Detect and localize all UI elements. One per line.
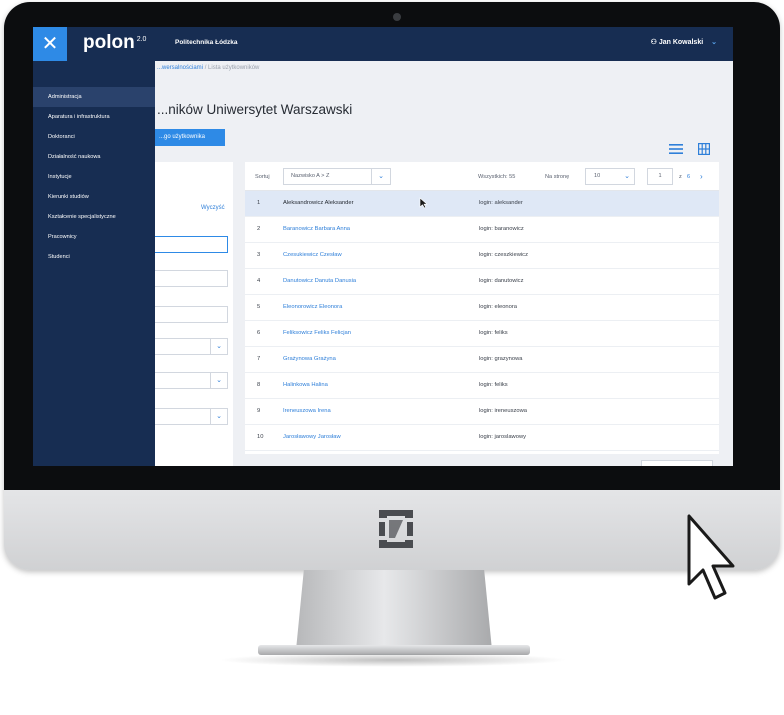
filter-select-1[interactable]: ⌄ xyxy=(155,338,228,355)
sidebar: Administracja Aparatura i infrastruktura… xyxy=(33,61,155,466)
row-name[interactable]: Feliksowicz Feliks Felicjan xyxy=(283,321,351,346)
pointer-cursor-icon xyxy=(419,197,428,209)
sort-select[interactable]: Nazwisko A > Z ⌄ xyxy=(283,168,391,185)
row-number: 9 xyxy=(257,408,261,414)
table-row[interactable]: 4 Danutowicz Danuta Danusia login: danut… xyxy=(245,269,719,295)
table-row[interactable]: 6 Feliksowicz Feliks Felicjan login: fel… xyxy=(245,321,719,347)
add-user-button[interactable]: ...go użytkownika xyxy=(155,129,225,146)
filter-input-1[interactable] xyxy=(155,236,228,253)
table-row[interactable]: 3 Czesukiewicz Czesław login: czeszkiewi… xyxy=(245,243,719,269)
list-view-icon[interactable] xyxy=(669,144,683,154)
row-login: login: feliks xyxy=(479,382,508,388)
sidebar-item-studenci[interactable]: Studenci xyxy=(33,247,155,267)
close-icon[interactable]: ✕ xyxy=(33,27,67,61)
sidebar-item-administracja[interactable]: Administracja xyxy=(33,87,155,107)
sort-label: Sortuj xyxy=(255,174,270,180)
table-row[interactable]: 5 Eleonorowicz Eleonora login: eleonora xyxy=(245,295,719,321)
page-number-input[interactable]: 1 xyxy=(647,168,673,185)
sidebar-item-pracownicy[interactable]: Pracownicy xyxy=(33,227,155,247)
filter-input-3[interactable] xyxy=(155,306,228,323)
university-name: Politechnika Łódzka xyxy=(175,39,238,46)
user-menu[interactable]: ⚇ Jan Kowalski ⌄ xyxy=(651,38,717,46)
total-count: Wszystkich: 55 xyxy=(478,174,516,180)
monitor-stand xyxy=(296,570,492,650)
row-number: 8 xyxy=(257,382,261,388)
sidebar-item-dzialalnosc[interactable]: Działalność naukowa xyxy=(33,147,155,167)
bottom-action-button[interactable] xyxy=(641,460,713,466)
row-login: login: aleksander xyxy=(479,200,523,206)
breadcrumb: ...wersalnościami / Lista użytkowników xyxy=(157,65,259,71)
row-login: login: ireneuszowa xyxy=(479,408,528,414)
page-total[interactable]: 6 xyxy=(687,174,690,180)
row-number: 7 xyxy=(257,356,261,362)
screen: ✕ polon 2.0 Politechnika Łódzka ⚇ Jan Kow… xyxy=(33,27,733,466)
filter-select-2[interactable]: ⌄ xyxy=(155,372,228,389)
per-page-select[interactable]: 10 ⌄ xyxy=(585,168,635,185)
row-login: login: jaroslawowy xyxy=(479,434,527,440)
table-row[interactable]: 8 Halinkowa Halina login: feliks xyxy=(245,373,719,399)
table-row[interactable]: 10 Jarosławowy Jarosław login: jaroslawo… xyxy=(245,425,719,451)
breadcrumb-current: Lista użytkowników xyxy=(208,65,260,71)
row-name[interactable]: Grażynowa Grażyna xyxy=(283,347,336,372)
row-name[interactable]: Halinkowa Halina xyxy=(283,373,328,398)
chevron-down-icon: ⌄ xyxy=(711,39,717,46)
table-row[interactable]: 1 Aleksandrowicz Aleksander login: aleks… xyxy=(245,191,719,217)
row-name[interactable]: Baranowicz Barbara Anna xyxy=(283,217,350,242)
row-login: login: eleonora xyxy=(479,304,518,310)
camera-dot xyxy=(393,13,401,21)
user-name: Jan Kowalski xyxy=(658,39,704,46)
chevron-down-icon: ⌄ xyxy=(210,339,227,354)
filter-input-2[interactable] xyxy=(155,270,228,287)
row-name[interactable]: Czesukiewicz Czesław xyxy=(283,243,342,268)
row-number: 6 xyxy=(257,330,261,336)
row-number: 10 xyxy=(257,434,264,440)
sidebar-item-ksztalcenie[interactable]: Kształcenie specjalistyczne xyxy=(33,207,155,227)
breadcrumb-parent[interactable]: ...wersalnościami xyxy=(157,65,203,71)
row-number: 5 xyxy=(257,304,261,310)
brand-logo-icon xyxy=(379,510,413,548)
row-name[interactable]: Ireneuszowa Irena xyxy=(283,399,331,424)
row-login: login: feliks xyxy=(479,330,508,336)
sort-value: Nazwisko A > Z xyxy=(291,173,330,179)
row-number: 1 xyxy=(257,200,261,206)
row-login: login: grazynowa xyxy=(479,356,523,362)
clear-filters-link[interactable]: Wyczyść xyxy=(201,205,225,211)
row-login: login: czeszkiewicz xyxy=(479,252,528,258)
sidebar-item-instytucje[interactable]: Instytucje xyxy=(33,167,155,187)
mouse-pointer-icon xyxy=(687,514,735,600)
table-row[interactable]: 2 Baranowicz Barbara Anna login: baranow… xyxy=(245,217,719,243)
sidebar-item-doktoranci[interactable]: Doktoranci xyxy=(33,127,155,147)
grid-view-icon[interactable] xyxy=(698,143,710,155)
stand-shadow xyxy=(218,653,568,667)
chevron-down-icon: ⌄ xyxy=(210,373,227,388)
app-brand[interactable]: polon 2.0 xyxy=(83,32,146,54)
chevron-down-icon: ⌄ xyxy=(210,409,227,424)
user-icon: ⚇ xyxy=(650,39,657,46)
per-page-label: Na stronę xyxy=(545,174,570,180)
table-row[interactable]: 9 Ireneuszowa Irena login: ireneuszowa xyxy=(245,399,719,425)
chevron-right-icon[interactable]: › xyxy=(700,172,703,181)
chevron-down-icon: ⌄ xyxy=(624,173,630,180)
row-login: login: baranowicz xyxy=(479,226,524,232)
row-name[interactable]: Eleonorowicz Eleonora xyxy=(283,295,342,320)
top-bar: ✕ polon 2.0 Politechnika Łódzka ⚇ Jan Kow… xyxy=(33,27,733,61)
row-number: 2 xyxy=(257,226,261,232)
row-name[interactable]: Aleksandrowicz Aleksander xyxy=(283,191,354,216)
page-of-label: z xyxy=(679,174,682,180)
sidebar-item-aparatura[interactable]: Aparatura i infrastruktura xyxy=(33,107,155,127)
filter-select-3[interactable]: ⌄ xyxy=(155,408,228,425)
row-number: 3 xyxy=(257,252,261,258)
row-login: login: danutowicz xyxy=(479,278,524,284)
row-name[interactable]: Jarosławowy Jarosław xyxy=(283,425,341,450)
row-name[interactable]: Danutowicz Danuta Danusia xyxy=(283,269,356,294)
per-page-value: 10 xyxy=(594,173,601,179)
table-row[interactable]: 7 Grażynowa Grażyna login: grazynowa xyxy=(245,347,719,373)
row-number: 4 xyxy=(257,278,261,284)
breadcrumb-separator: / xyxy=(204,65,207,71)
chevron-down-icon: ⌄ xyxy=(371,169,390,184)
page-title: ...ników Uniwersytet Warszawski xyxy=(157,102,353,117)
sidebar-item-kierunki[interactable]: Kierunki studiów xyxy=(33,187,155,207)
table-toolbar: Sortuj Nazwisko A > Z ⌄ Wszystkich: 55 N… xyxy=(245,162,719,191)
users-table: Sortuj Nazwisko A > Z ⌄ Wszystkich: 55 N… xyxy=(245,162,719,454)
